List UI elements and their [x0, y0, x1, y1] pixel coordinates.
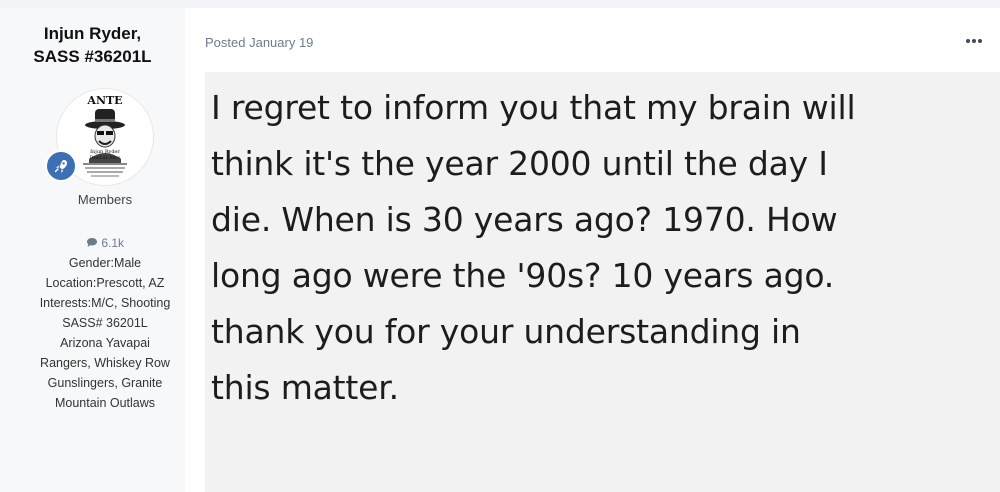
- ellipsis-icon: [972, 39, 976, 43]
- member-group: Members: [77, 192, 133, 207]
- post-count: 6.1k: [0, 233, 210, 253]
- rank-badge[interactable]: [45, 150, 77, 182]
- ellipsis-icon: [978, 39, 982, 43]
- avatar-text: ANTE: [86, 94, 122, 107]
- rocket-icon: [54, 160, 67, 173]
- post-count-value: 6.1k: [101, 236, 125, 250]
- post-options-button[interactable]: [962, 34, 986, 48]
- avatar-caption: Dead or Alive: [90, 155, 121, 161]
- post-image-text: I regret to inform you that my brain wil…: [211, 88, 856, 407]
- affiliation-line: Arizona Yavapai: [60, 336, 150, 350]
- affiliation-line: Rangers, Whiskey Row: [40, 356, 170, 370]
- author-name-line: Injun Ryder,: [43, 24, 142, 43]
- author-name-line: SASS #36201L: [33, 47, 152, 66]
- affiliation-line: Mountain Outlaws: [54, 396, 156, 410]
- post-image[interactable]: I regret to inform you that my brain wil…: [205, 72, 1000, 492]
- author-name-link[interactable]: Injun Ryder, SASS #36201L: [0, 22, 185, 68]
- affiliation-line: Gunslingers, Granite: [47, 376, 163, 390]
- forum-post: Injun Ryder, SASS #36201L ANTE Injun Ryd…: [0, 8, 1000, 492]
- speech-bubble-icon: [86, 238, 97, 247]
- gender-field: Gender:Male: [68, 256, 142, 270]
- sass-field: SASS# 36201L: [62, 316, 148, 330]
- avatar-caption: Injun Ryder: [90, 149, 120, 155]
- interests-field: Interests:M/C, Shooting: [39, 296, 171, 310]
- post-date-link[interactable]: Posted January 19: [205, 35, 313, 50]
- ellipsis-icon: [966, 39, 970, 43]
- author-meta: 6.1k Gender:Male Location:Prescott, AZ I…: [0, 233, 210, 413]
- location-field: Location:Prescott, AZ: [45, 276, 165, 290]
